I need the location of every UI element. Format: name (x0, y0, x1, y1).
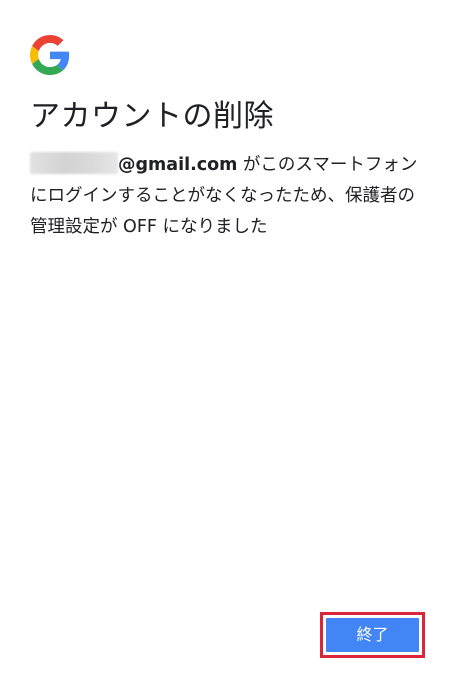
removal-message: @gmail.com がこのスマートフォンにログインすることがなくなったため、保… (30, 150, 430, 243)
masked-email-redaction (30, 152, 118, 174)
finish-button-highlight: 終了 (320, 612, 425, 658)
page-title: アカウントの削除 (30, 99, 274, 134)
email-domain: @gmail.com (118, 155, 238, 175)
finish-button[interactable]: 終了 (326, 618, 419, 652)
google-logo-icon (30, 35, 70, 75)
